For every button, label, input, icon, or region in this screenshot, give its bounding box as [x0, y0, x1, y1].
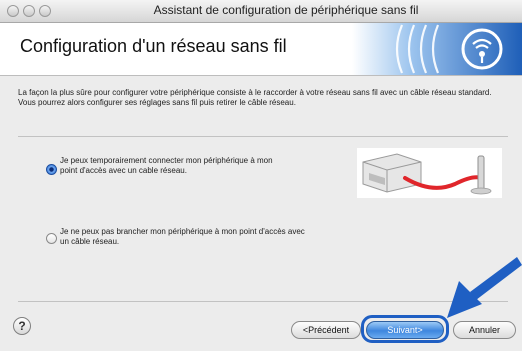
help-button[interactable]: ?: [13, 317, 31, 335]
previous-button[interactable]: <Précédent: [291, 321, 361, 339]
option-connect-cable-label: Je peux temporairement connecter mon pér…: [60, 156, 273, 175]
page-title: Configuration d'un réseau sans fil: [20, 36, 287, 56]
window-title: Assistant de configuration de périphériq…: [153, 3, 419, 17]
wireless-signal-icon: [352, 23, 522, 75]
option-connect-cable-radio[interactable]: [46, 164, 57, 175]
cancel-button[interactable]: Annuler: [453, 321, 516, 339]
zoom-window-button[interactable]: [39, 5, 51, 17]
printer-cable-illustration: [357, 148, 502, 198]
wizard-content: La façon la plus sûre pour configurer vo…: [0, 76, 522, 351]
minimize-window-button[interactable]: [23, 5, 35, 17]
wizard-header: Configuration d'un réseau sans fil: [0, 23, 522, 76]
divider: [18, 136, 508, 137]
option-no-cable-label: Je ne peux pas brancher mon périphérique…: [60, 227, 305, 246]
wizard-window: Assistant de configuration de périphériq…: [0, 0, 522, 351]
option-no-cable-radio[interactable]: [46, 233, 57, 244]
bottom-divider: [18, 301, 508, 302]
intro-text: La façon la plus sûre pour configurer vo…: [18, 88, 492, 107]
close-window-button[interactable]: [7, 5, 19, 17]
next-button[interactable]: Suivant>: [366, 321, 444, 339]
title-bar: Assistant de configuration de périphériq…: [0, 0, 522, 23]
